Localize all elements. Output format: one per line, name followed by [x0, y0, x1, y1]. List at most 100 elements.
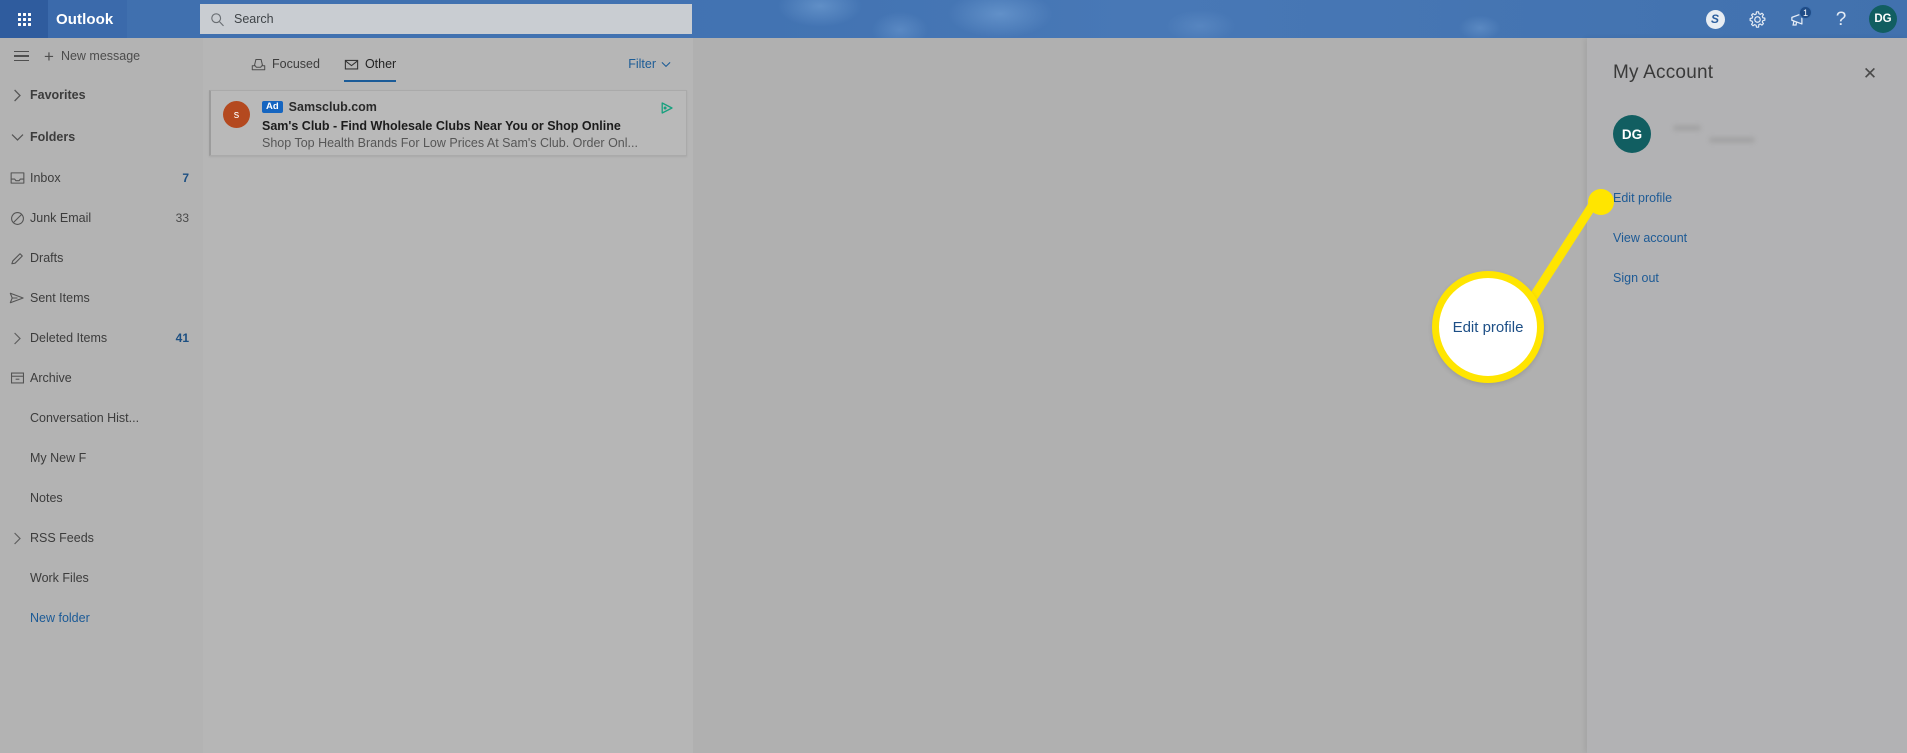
help-button[interactable]: ? — [1821, 0, 1861, 38]
ad-badge: Ad — [262, 100, 283, 114]
tab-label: Focused — [272, 57, 320, 71]
announcements-badge: 1 — [1798, 6, 1812, 19]
sidebar-favorites-label: Favorites — [30, 88, 86, 102]
sidebar-item-label: New folder — [30, 611, 90, 625]
help-icon: ? — [1835, 8, 1847, 30]
other-inbox-icon — [344, 58, 359, 71]
sidebar-item-junk-email[interactable]: Junk Email 33 — [0, 198, 203, 238]
chevron-down-icon — [4, 133, 30, 142]
archive-icon — [4, 371, 30, 385]
sidebar-item-notes[interactable]: Notes — [0, 478, 203, 518]
chevron-right-icon — [4, 532, 30, 545]
settings-button[interactable] — [1737, 0, 1777, 38]
sidebar-command-bar: + New message — [0, 38, 203, 74]
sidebar-section-folders[interactable]: Folders — [0, 116, 203, 158]
search-box[interactable]: Search — [200, 4, 692, 34]
sidebar-item-my-new-f[interactable]: My New F — [0, 438, 203, 478]
sidebar-item-deleted-items[interactable]: Deleted Items 41 — [0, 318, 203, 358]
sidebar-item-label: Inbox — [30, 171, 61, 185]
sidebar-item-rss-feeds[interactable]: RSS Feeds — [0, 518, 203, 558]
close-icon[interactable]: ✕ — [1859, 62, 1881, 84]
account-identity: DG — [1613, 114, 1881, 154]
skype-icon: S — [1705, 9, 1725, 29]
account-avatar-button[interactable]: DG — [1869, 5, 1897, 33]
sidebar-item-archive[interactable]: Archive — [0, 358, 203, 398]
sidebar-item-label: Archive — [30, 371, 72, 385]
pencil-icon — [4, 251, 30, 266]
brand-outlook[interactable]: Outlook — [48, 0, 128, 38]
account-panel-title: My Account — [1613, 62, 1714, 83]
message-preview: Shop Top Health Brands For Low Prices At… — [262, 136, 638, 150]
redacted-name-line — [1673, 125, 1701, 131]
top-action-icons: S 1 ? DG — [1695, 0, 1901, 38]
sidebar-item-count: 41 — [175, 331, 189, 345]
chevron-right-icon — [4, 332, 30, 345]
redacted-email-line — [1709, 137, 1755, 143]
message-list-item-ad[interactable]: s Ad Samsclub.com Sam's Club - Find Whol… — [209, 90, 687, 156]
app-launcher-grid-icon — [17, 12, 31, 26]
inbox-icon — [4, 171, 30, 185]
sidebar-item-conversation-history[interactable]: Conversation Hist... — [0, 398, 203, 438]
sidebar-item-inbox[interactable]: Inbox 7 — [0, 158, 203, 198]
sidebar-item-work-files[interactable]: Work Files — [0, 558, 203, 598]
message-list-column: Focused Other Filter s Ad Samsclub.com S… — [203, 38, 693, 753]
search-input[interactable]: Search — [234, 12, 274, 26]
hamburger-menu-icon[interactable] — [6, 41, 36, 71]
sidebar-item-label: Notes — [30, 491, 63, 505]
message-sender-row: Ad Samsclub.com — [262, 99, 676, 115]
plus-icon: + — [44, 46, 54, 66]
sidebar-item-label: Junk Email — [30, 211, 92, 225]
account-avatar-initials: DG — [1621, 126, 1643, 142]
view-account-link[interactable]: View account — [1613, 218, 1881, 258]
chevron-right-icon — [4, 89, 30, 102]
block-icon — [4, 211, 30, 226]
message-sender: Samsclub.com — [288, 100, 377, 114]
account-avatar[interactable]: DG — [1613, 115, 1651, 153]
sidebar-folders-label: Folders — [30, 130, 76, 144]
sidebar-item-sent-items[interactable]: Sent Items — [0, 278, 203, 318]
account-links: Edit profile View account Sign out — [1613, 178, 1881, 298]
sender-avatar: s — [223, 101, 250, 128]
sidebar-item-label: Conversation Hist... — [30, 411, 140, 425]
gear-icon — [1749, 10, 1765, 28]
filter-label: Filter — [628, 57, 656, 71]
sidebar-item-label: RSS Feeds — [30, 531, 94, 545]
adchoices-icon[interactable] — [660, 101, 674, 115]
top-header-bar: Outlook Search S 1 ? DG — [0, 0, 1907, 38]
account-name-redacted — [1667, 125, 1755, 143]
brand-label: Outlook — [56, 10, 114, 28]
sidebar-item-drafts[interactable]: Drafts — [0, 238, 203, 278]
new-message-label: New message — [60, 49, 141, 63]
sidebar-item-label: Sent Items — [30, 291, 90, 305]
sidebar-item-label: Work Files — [30, 571, 89, 585]
sidebar-item-new-folder[interactable]: New folder — [0, 598, 203, 638]
tab-other[interactable]: Other — [343, 38, 397, 90]
edit-profile-link[interactable]: Edit profile — [1613, 178, 1881, 218]
left-sidebar: + New message Favorites Folders Inbox 7 — [0, 38, 203, 753]
send-icon — [4, 291, 30, 305]
sidebar-item-label: Drafts — [30, 251, 64, 265]
sign-out-link[interactable]: Sign out — [1613, 258, 1881, 298]
sidebar-item-label: Deleted Items — [30, 331, 108, 345]
new-message-button[interactable]: + New message — [36, 41, 148, 71]
sidebar-section-favorites[interactable]: Favorites — [0, 74, 203, 116]
sender-avatar-initial: s — [233, 108, 240, 121]
tab-label: Other — [364, 57, 397, 71]
message-subject: Sam's Club - Find Wholesale Clubs Near Y… — [262, 119, 621, 133]
tab-focused[interactable]: Focused — [251, 38, 320, 90]
account-panel-header: My Account ✕ — [1613, 38, 1881, 94]
focused-inbox-icon — [251, 58, 266, 71]
skype-button[interactable]: S — [1695, 0, 1735, 38]
search-icon — [211, 12, 224, 26]
sidebar-item-label: My New F — [30, 451, 87, 465]
my-account-panel: My Account ✕ DG Edit profile View accoun… — [1587, 38, 1907, 753]
app-launcher-button[interactable] — [0, 0, 48, 38]
message-list-tabs: Focused Other Filter — [203, 38, 693, 90]
filter-button[interactable]: Filter — [628, 57, 671, 71]
message-body: Ad Samsclub.com Sam's Club - Find Wholes… — [262, 99, 676, 150]
sidebar-item-count: 33 — [175, 211, 189, 225]
outlook-web-app: Outlook Search S 1 ? DG + New message Fa… — [0, 0, 1907, 753]
chevron-down-icon — [661, 57, 671, 71]
announcements-button[interactable]: 1 — [1779, 0, 1819, 38]
sidebar-item-count: 7 — [182, 171, 189, 185]
